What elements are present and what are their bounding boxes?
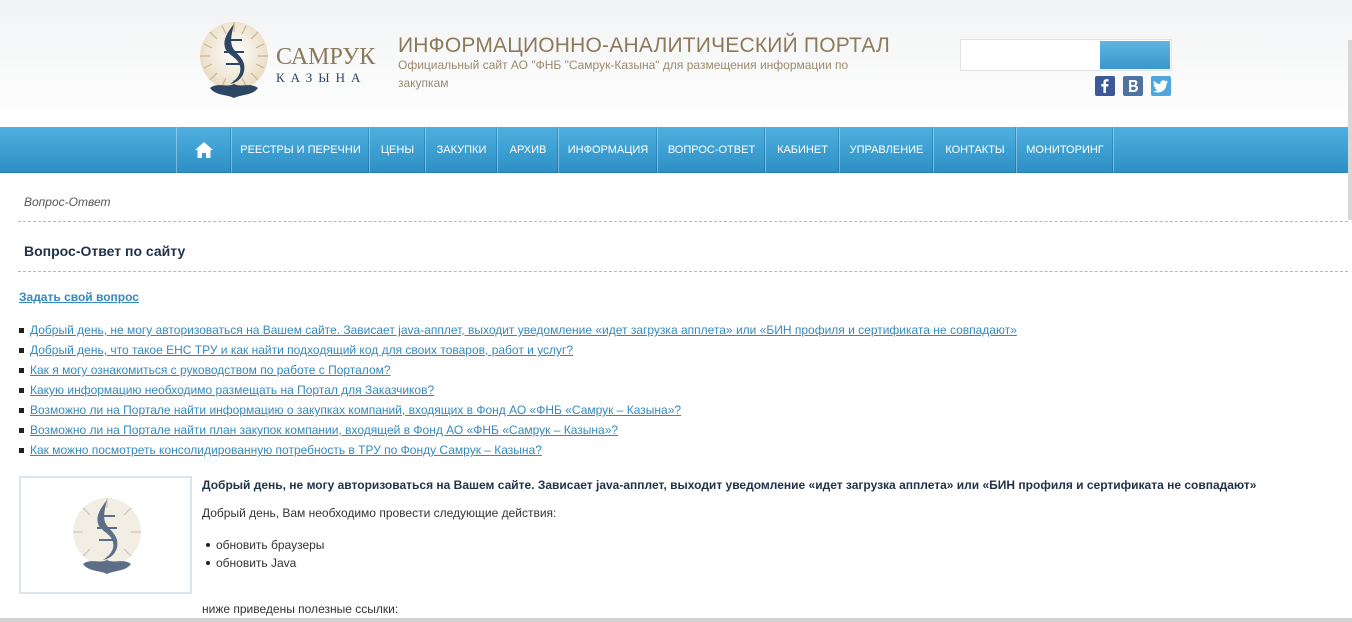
facebook-icon[interactable]	[1095, 76, 1115, 96]
nav-purchases[interactable]: ЗАКУПКИ	[425, 127, 497, 173]
nav-faq[interactable]: ВОПРОС-ОТВЕТ	[657, 127, 765, 173]
faq-question-link[interactable]: Как можно посмотреть консолидированную п…	[30, 443, 542, 457]
horizontal-scrollbar[interactable]	[0, 618, 1352, 622]
list-item: обновить Java	[206, 554, 324, 572]
bullet	[19, 387, 24, 393]
bullet	[19, 347, 24, 353]
nav-registries[interactable]: РЕЕСТРЫ И ПЕРЕЧНИ	[231, 127, 369, 173]
bullet	[206, 561, 210, 565]
list-item: Добрый день, что такое ЕНС ТРУ и как най…	[19, 340, 1017, 360]
logo-text-main: САМРУК	[276, 44, 376, 70]
list-item: Какую информацию необходимо размещать на…	[19, 380, 1017, 400]
answer-image	[19, 476, 192, 594]
nav-information[interactable]: ИНФОРМАЦИЯ	[558, 127, 657, 173]
answer-step: обновить браузеры	[216, 538, 325, 552]
divider	[18, 271, 1348, 272]
nav-cabinet[interactable]: КАБИНЕТ	[765, 127, 839, 173]
answer-question-title: Добрый день, не могу авторизоваться на В…	[202, 478, 1257, 492]
search-box	[960, 39, 1172, 71]
list-item: обновить браузеры	[206, 536, 325, 554]
bullet	[19, 427, 24, 433]
nav-archive[interactable]: АРХИВ	[497, 127, 558, 173]
bullet	[19, 447, 24, 453]
faq-question-link[interactable]: Какую информацию необходимо размещать на…	[30, 383, 434, 397]
search-input[interactable]	[962, 41, 1100, 69]
bullet	[19, 327, 24, 333]
scrollbar[interactable]	[1348, 40, 1352, 220]
portal-title: ИНФОРМАЦИОННО-АНАЛИТИЧЕСКИЙ ПОРТАЛ	[398, 34, 890, 57]
bullet	[19, 367, 24, 373]
nav-contacts[interactable]: КОНТАКТЫ	[933, 127, 1016, 173]
ask-question-link[interactable]: Задать свой вопрос	[19, 290, 139, 304]
home-icon	[195, 142, 213, 158]
nav-management[interactable]: УПРАВЛЕНИЕ	[839, 127, 933, 173]
samruk-emblem-icon	[200, 22, 268, 98]
bullet	[19, 407, 24, 413]
nav-monitoring[interactable]: МОНИТОРИНГ	[1016, 127, 1114, 173]
list-item: Возможно ли на Портале найти информацию …	[19, 400, 1017, 420]
search-button[interactable]	[1100, 41, 1170, 69]
site-header: САМРУК КАЗЫНА ИНФОРМАЦИОННО-АНАЛИТИЧЕСКИ…	[0, 0, 1352, 127]
divider	[18, 221, 1348, 222]
answer-links-intro: ниже приведены полезные ссылки:	[202, 602, 399, 616]
logo-text-sub: КАЗЫНА	[276, 70, 367, 85]
faq-question-list: Добрый день, не могу авторизоваться на В…	[19, 320, 1017, 460]
answer-step: обновить Java	[216, 556, 297, 570]
answer-steps-list: обновить браузеры обновить Java	[206, 536, 325, 572]
faq-question-link[interactable]: Возможно ли на Портале найти план закупо…	[30, 423, 618, 437]
vk-icon[interactable]	[1123, 76, 1143, 96]
twitter-icon[interactable]	[1151, 76, 1171, 96]
portal-subtitle: Официальный сайт АО "ФНБ "Самрук-Казына"…	[398, 58, 849, 90]
breadcrumb: Вопрос-Ответ	[24, 195, 111, 209]
list-item: Возможно ли на Портале найти план закупо…	[19, 420, 1017, 440]
list-item: Добрый день, не могу авторизоваться на В…	[19, 320, 1017, 340]
samruk-kazyna-logo[interactable]: САМРУК КАЗЫНА	[196, 18, 378, 104]
faq-question-link[interactable]: Добрый день, не могу авторизоваться на В…	[30, 323, 1017, 337]
nav-prices[interactable]: ЦЕНЫ	[369, 127, 425, 173]
list-item: Как можно посмотреть консолидированную п…	[19, 440, 1017, 460]
main-navigation: РЕЕСТРЫ И ПЕРЕЧНИ ЦЕНЫ ЗАКУПКИ АРХИВ ИНФ…	[0, 127, 1352, 173]
faq-question-link[interactable]: Возможно ли на Портале найти информацию …	[30, 403, 681, 417]
nav-home[interactable]	[176, 127, 231, 173]
page-title: Вопрос-Ответ по сайту	[24, 243, 186, 259]
answer-intro: Добрый день, Вам необходимо провести сле…	[202, 506, 557, 520]
faq-question-link[interactable]: Как я могу ознакомиться с руководством п…	[30, 363, 391, 377]
list-item: Как я могу ознакомиться с руководством п…	[19, 360, 1017, 380]
samruk-emblem-icon	[73, 498, 141, 574]
bullet	[206, 543, 210, 547]
faq-question-link[interactable]: Добрый день, что такое ЕНС ТРУ и как най…	[30, 343, 573, 357]
